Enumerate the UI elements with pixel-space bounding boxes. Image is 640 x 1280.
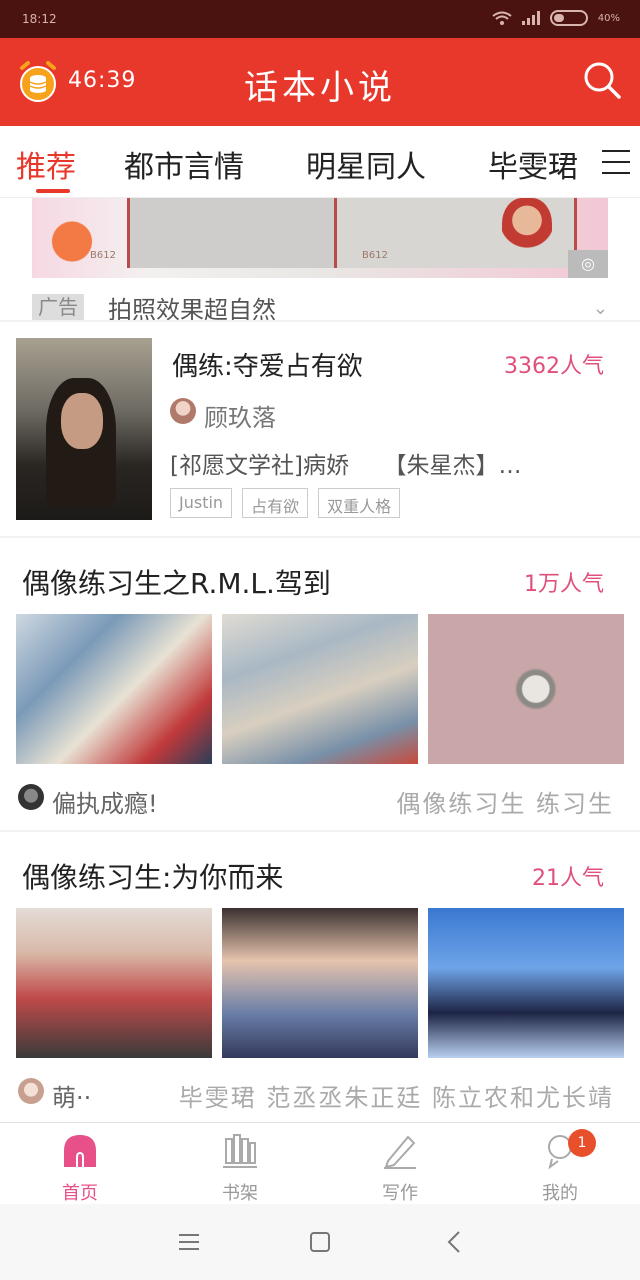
doll-sticker — [502, 198, 552, 262]
book-image[interactable] — [222, 908, 418, 1058]
ad-image[interactable]: B612 B612 — [32, 198, 608, 278]
author-avatar[interactable] — [18, 1078, 44, 1104]
status-time: 18:12 — [22, 12, 57, 26]
ad-tag: 广告 — [32, 294, 84, 320]
ad-badge-right: B612 — [362, 250, 388, 261]
author-name[interactable]: 萌·· — [52, 1078, 91, 1113]
book-card[interactable]: 偶像练习生:为你而来 21人气 萌·· 毕雯珺 范丞丞朱正廷 陈立农和尤长靖 — [0, 832, 640, 1122]
battery-icon — [549, 10, 588, 26]
search-icon[interactable] — [582, 60, 622, 100]
nav-profile-label: 我的 — [542, 1183, 578, 1204]
nav-bookshelf[interactable]: 书架 — [160, 1123, 320, 1205]
nav-bookshelf-label: 书架 — [222, 1183, 258, 1204]
book-card[interactable]: 偶练:夺爱占有欲 3362人气 顾玖落 [祁愿文学社]病娇 【朱星杰】… Jus… — [0, 322, 640, 536]
book-tags: Justin 占有欲 双重人格 — [170, 488, 401, 518]
recent-apps-icon[interactable] — [174, 1228, 204, 1256]
signal-icon — [521, 11, 540, 25]
app-bar: 46:39 话本小说 — [0, 38, 640, 126]
wifi-icon — [492, 11, 512, 25]
book-image[interactable] — [222, 614, 418, 764]
pencil-icon — [384, 1135, 416, 1169]
tab-bi-wenjun[interactable]: 毕雯珺 — [488, 142, 578, 186]
nav-profile[interactable]: 1 我的 — [480, 1123, 640, 1205]
tab-urban-romance[interactable]: 都市言情 — [124, 142, 244, 186]
book-popularity: 21人气 — [532, 866, 604, 891]
home-icon — [64, 1135, 96, 1167]
book-description: [祁愿文学社]病娇 【朱星杰】… — [170, 453, 522, 479]
book-title[interactable]: 偶像练习生:为你而来 — [22, 856, 283, 896]
notification-badge: 1 — [568, 1129, 596, 1157]
bunny-sticker — [42, 203, 102, 273]
system-nav-bar — [0, 1204, 640, 1280]
book-tags: 偶像练习生 练习生 — [396, 790, 614, 818]
book-card[interactable]: 偶像练习生之R.M.L.驾到 1万人气 偏执成瘾! 偶像练习生 练习生 — [0, 538, 640, 830]
active-tab-indicator — [36, 189, 70, 193]
book-image[interactable] — [428, 614, 624, 764]
nav-home[interactable]: 首页 — [0, 1123, 160, 1205]
tab-celebrity-fanfic[interactable]: 明星同人 — [306, 142, 426, 186]
book-tags: 毕雯珺 范丞丞朱正廷 陈立农和尤长靖 — [178, 1084, 614, 1112]
menu-icon[interactable] — [602, 150, 630, 174]
nav-home-label: 首页 — [62, 1183, 98, 1204]
book-popularity: 1万人气 — [524, 572, 604, 597]
status-bar: 18:12 40% — [0, 0, 640, 38]
book-popularity: 3362人气 — [504, 354, 604, 379]
app-title: 话本小说 — [244, 68, 396, 108]
ad-badge-left: B612 — [90, 250, 116, 261]
nav-write-label: 写作 — [382, 1183, 418, 1204]
book-title[interactable]: 偶像练习生之R.M.L.驾到 — [22, 562, 331, 602]
author-name[interactable]: 顾玖落 — [204, 398, 276, 433]
ad-headline[interactable]: 拍照效果超自然 — [108, 290, 276, 320]
author-avatar[interactable] — [18, 784, 44, 810]
system-icons: 40% — [492, 10, 620, 26]
battery-percent: 40% — [597, 12, 620, 24]
back-icon[interactable] — [440, 1228, 470, 1256]
book-image[interactable] — [16, 614, 212, 764]
author-name[interactable]: 偏执成瘾! — [52, 784, 158, 819]
image-strip — [16, 908, 624, 1058]
ad-photo-left — [127, 198, 337, 268]
book-image[interactable] — [16, 908, 212, 1058]
bottom-nav: 首页 书架 写作 1 我的 — [0, 1122, 640, 1204]
author-avatar[interactable] — [170, 398, 196, 424]
cover-face — [61, 393, 103, 449]
nav-write[interactable]: 写作 — [320, 1123, 480, 1205]
book-cover[interactable] — [16, 338, 152, 520]
tab-recommend[interactable]: 推荐 — [16, 142, 76, 186]
ad-banner-section[interactable]: B612 B612 ◎ 广告 拍照效果超自然 ⌄ — [0, 198, 640, 320]
book-tag[interactable]: 双重人格 — [318, 488, 401, 518]
ad-options-icon[interactable]: ◎ — [568, 250, 608, 278]
chevron-down-icon[interactable]: ⌄ — [593, 298, 608, 319]
book-title[interactable]: 偶练:夺爱占有欲 — [172, 346, 363, 383]
category-tabs: 推荐 都市言情 明星同人 毕雯珺 — [0, 126, 640, 198]
image-strip — [16, 614, 624, 764]
book-tag[interactable]: 占有欲 — [242, 488, 309, 518]
book-image[interactable] — [428, 908, 624, 1058]
home-button-icon[interactable] — [305, 1228, 335, 1256]
bookshelf-icon — [223, 1134, 257, 1168]
book-tag[interactable]: Justin — [170, 488, 233, 518]
